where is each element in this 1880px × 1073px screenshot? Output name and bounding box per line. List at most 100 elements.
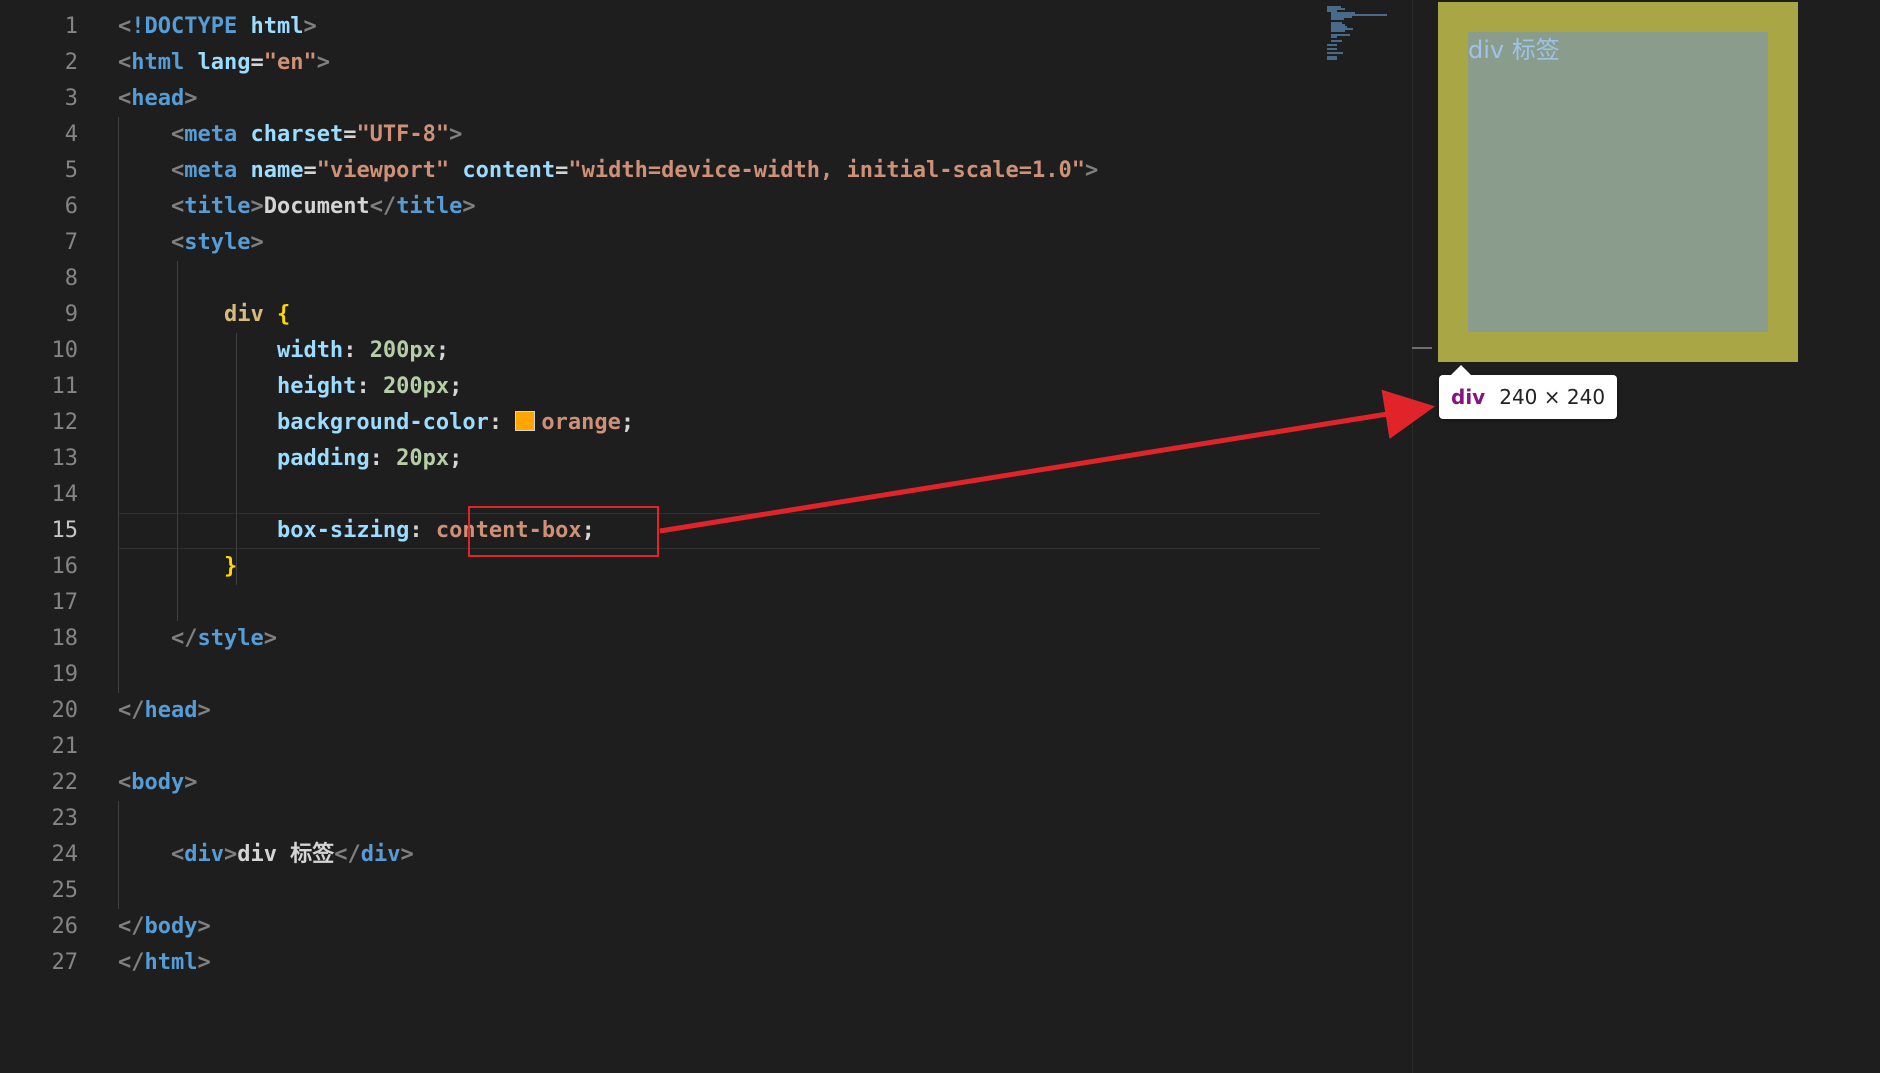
line-number: 1 bbox=[64, 14, 78, 39]
preview-div-box[interactable]: div 标签 bbox=[1438, 2, 1798, 362]
line-number: 5 bbox=[64, 158, 78, 183]
code-line-11[interactable]: 11 height: 200px; bbox=[0, 369, 1414, 405]
code-token: { bbox=[276, 302, 291, 327]
preview-div-content-area: div 标签 bbox=[1468, 32, 1768, 332]
code-token: style bbox=[184, 230, 251, 255]
code-text: <head> bbox=[118, 81, 197, 117]
code-line-25[interactable]: 25 bbox=[0, 873, 1414, 909]
code-line-26[interactable]: 26 </body> bbox=[0, 909, 1414, 945]
code-token: height bbox=[276, 374, 357, 399]
code-token: body bbox=[131, 770, 185, 795]
code-line-20[interactable]: 20 </head> bbox=[0, 693, 1414, 729]
code-line-9[interactable]: 9 div { bbox=[0, 297, 1414, 333]
code-token: = bbox=[250, 50, 264, 75]
minimap-line bbox=[1327, 44, 1337, 46]
indent-guide bbox=[118, 117, 119, 693]
code-line-24[interactable]: 24 <div>div 标签</div> bbox=[0, 837, 1414, 873]
line-number: 13 bbox=[51, 446, 79, 471]
code-token: </ bbox=[334, 842, 361, 867]
code-line-1[interactable]: 1 <!DOCTYPE html> bbox=[0, 9, 1414, 45]
code-token: title bbox=[396, 194, 463, 219]
code-token: ; bbox=[620, 410, 635, 435]
code-token: style bbox=[197, 626, 264, 651]
code-line-19[interactable]: 19 bbox=[0, 657, 1414, 693]
line-number: 19 bbox=[51, 662, 79, 687]
code-token: 20px bbox=[396, 446, 450, 471]
code-editor[interactable]: 1 <!DOCTYPE html> 2 <html lang="en"> 3 <head>… bbox=[0, 0, 1414, 1073]
code-line-5[interactable]: 5 <meta name="viewport" content="width=d… bbox=[0, 153, 1414, 189]
code-line-16[interactable]: 16 } bbox=[0, 549, 1414, 585]
code-token: < bbox=[170, 230, 185, 255]
code-token: > bbox=[197, 950, 211, 975]
code-token: html bbox=[131, 50, 185, 75]
code-token: "viewport" bbox=[316, 158, 450, 183]
code-token: html bbox=[250, 14, 304, 39]
code-line-27[interactable]: 27 </html> bbox=[0, 945, 1414, 981]
code-token: meta bbox=[184, 158, 238, 183]
code-line-4[interactable]: 4 <meta charset="UTF-8"> bbox=[0, 117, 1414, 153]
line-number: 15 bbox=[51, 518, 79, 543]
code-text: </style> bbox=[118, 621, 277, 657]
code-text: padding: 20px; bbox=[118, 441, 462, 477]
code-line-8[interactable]: 8 bbox=[0, 261, 1414, 297]
code-line-23[interactable]: 23 bbox=[0, 801, 1414, 837]
minimap[interactable] bbox=[1325, 6, 1425, 66]
code-text: </html> bbox=[118, 945, 211, 981]
code-token: < bbox=[118, 50, 132, 75]
code-token: "en" bbox=[263, 50, 317, 75]
editor-scrollbar[interactable] bbox=[1412, 0, 1433, 1073]
code-line-7[interactable]: 7 <style> bbox=[0, 225, 1414, 261]
code-line-17[interactable]: 17 bbox=[0, 585, 1414, 621]
code-token: 200px bbox=[369, 338, 436, 363]
color-swatch-icon[interactable] bbox=[515, 411, 536, 431]
code-token: > bbox=[1084, 158, 1099, 183]
code-token: : bbox=[409, 518, 436, 543]
code-token: : bbox=[356, 374, 383, 399]
code-line-3[interactable]: 3 <head> bbox=[0, 81, 1414, 117]
code-line-21[interactable]: 21 bbox=[0, 729, 1414, 765]
code-token: 200px bbox=[382, 374, 450, 399]
indent-guide bbox=[118, 801, 119, 909]
code-token: > bbox=[184, 86, 198, 111]
code-token: Document bbox=[263, 194, 370, 219]
code-line-12[interactable]: 12 background-color: orange; bbox=[0, 405, 1414, 441]
code-line-18[interactable]: 18 </style> bbox=[0, 621, 1414, 657]
code-line-10[interactable]: 10 width: 200px; bbox=[0, 333, 1414, 369]
code-token: < bbox=[118, 86, 132, 111]
code-token: lang bbox=[197, 50, 251, 75]
code-token: </ bbox=[369, 194, 397, 219]
code-token: < bbox=[170, 158, 185, 183]
line-number: 22 bbox=[51, 770, 79, 795]
code-line-6[interactable]: 6 <title>Document</title> bbox=[0, 189, 1414, 225]
code-token: = bbox=[555, 158, 569, 183]
code-token: > bbox=[223, 842, 238, 867]
code-text: <body> bbox=[118, 765, 197, 801]
line-number: 23 bbox=[51, 806, 79, 831]
indent-guide bbox=[236, 333, 237, 585]
minimap-line bbox=[1331, 36, 1338, 38]
code-line-15[interactable]: 15 box-sizing: content-box; bbox=[0, 513, 1414, 549]
line-number: 12 bbox=[51, 410, 79, 435]
code-token: title bbox=[184, 194, 251, 219]
code-line-14[interactable]: 14 bbox=[0, 477, 1414, 513]
code-line-13[interactable]: 13 padding: 20px; bbox=[0, 441, 1414, 477]
code-text: <title>Document</title> bbox=[118, 189, 476, 225]
code-text: <div>div 标签</div> bbox=[118, 837, 414, 873]
code-token: "width=device-width, initial-scale=1.0" bbox=[568, 158, 1085, 183]
line-number: 24 bbox=[51, 842, 79, 867]
code-token: < bbox=[170, 122, 185, 147]
code-line-22[interactable]: 22 <body> bbox=[0, 765, 1414, 801]
code-token: meta bbox=[184, 122, 238, 147]
code-line-2[interactable]: 2 <html lang="en"> bbox=[0, 45, 1414, 81]
code-token: div bbox=[184, 842, 224, 867]
